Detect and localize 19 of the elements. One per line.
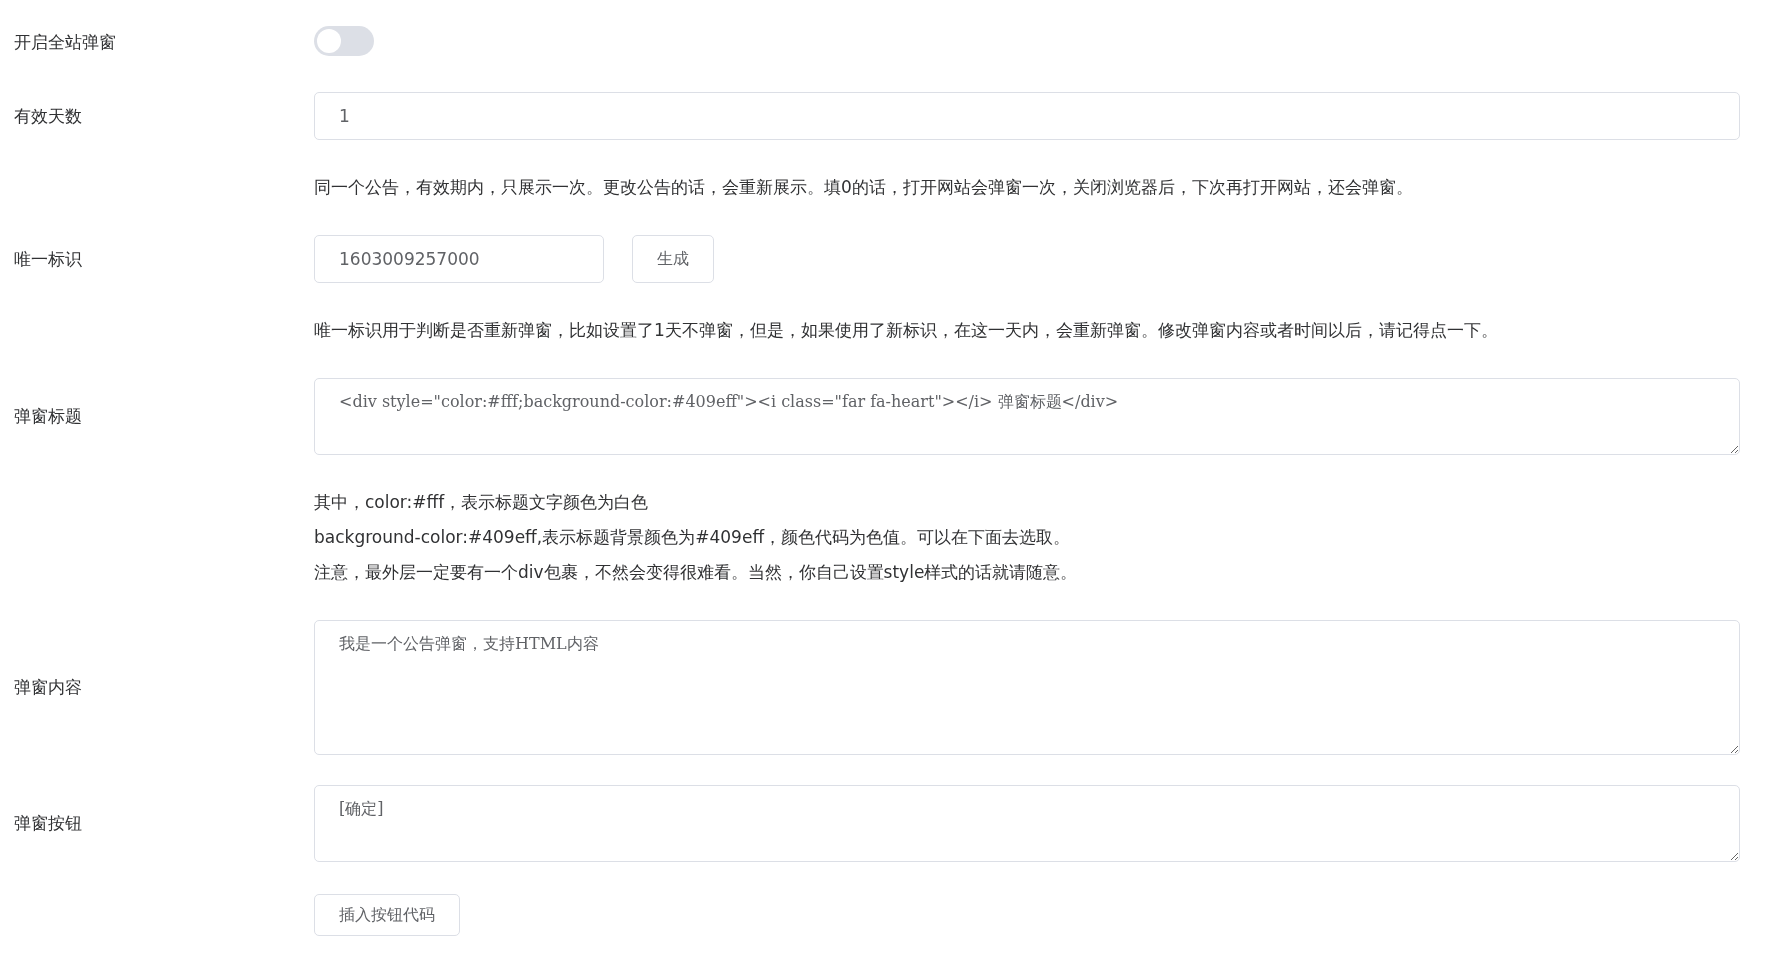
generate-button[interactable]: 生成 <box>632 235 714 283</box>
textarea-field[interactable]: <div style="color:#fff;background-color:#409eff"><i class="far fa-heart"></i> 弹窗标题</div> <box>314 378 1740 455</box>
help-text: 唯一标识用于判断是否重新弹窗，比如设置了1天不弹窗，但是，如果使用了新标识，在这一天内，会重新弹窗。修改弹窗内容或者时间以后，请记得点一下。 <box>314 319 1499 342</box>
help-text: 同一个公告，有效期内，只展示一次。更改公告的话，会重新展示。填0的话，打开网站会弹窗一次，关闭浏览器后，下次再打开网站，还会弹窗。 <box>314 176 1414 199</box>
field-label: 有效天数 <box>14 104 83 128</box>
toggle-switch[interactable] <box>314 26 374 56</box>
field-label: 唯一标识 <box>14 247 83 271</box>
insert-button-code-button[interactable]: 插入按钮代码 <box>314 894 460 936</box>
help-text: background-color:#409eff,表示标题背景颜色为#409eff，颜色代码为色值。可以在下面去选取。 <box>314 526 1072 549</box>
input-field[interactable]: 1603009257000 <box>314 235 604 283</box>
field-label: 弹窗标题 <box>14 405 83 428</box>
field-label: 弹窗按钮 <box>14 812 83 835</box>
textarea-field[interactable]: 我是一个公告弹窗，支持HTML内容 <box>314 620 1740 755</box>
field-label: 弹窗内容 <box>14 676 83 699</box>
field-label: 开启全站弹窗 <box>14 30 117 54</box>
help-text: 其中，color:#fff，表示标题文字颜色为白色 <box>314 491 650 514</box>
textarea-field[interactable]: [确定] <box>314 785 1740 862</box>
input-field[interactable]: 1 <box>314 92 1740 140</box>
help-text: 注意，最外层一定要有一个div包裹，不然会变得很难看。当然，你自己设置style样式的话就请随意。 <box>314 561 1079 584</box>
